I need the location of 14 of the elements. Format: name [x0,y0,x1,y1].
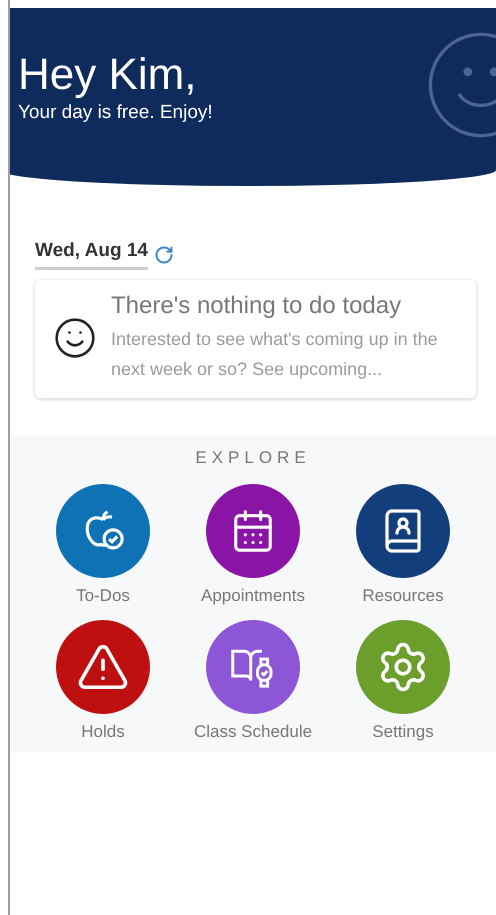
explore-tile[interactable]: To-Dos [28,484,178,606]
subtitle: Your day is free. Enjoy! [18,102,214,124]
refresh-icon[interactable] [154,245,174,265]
card-title: There's nothing to do today [111,292,402,320]
explore-tile[interactable]: Resources [328,484,478,606]
greeting: Hey Kim, [18,50,198,100]
date-label: Wed, Aug 14 [35,240,148,270]
explore-tile[interactable]: Appointments [178,484,328,606]
explore-tile[interactable]: Settings [328,620,478,742]
explore-tile[interactable]: Class Schedule [178,620,328,742]
smiley-icon [53,316,97,360]
section-heading: EXPLORE [195,448,311,468]
explore-tile[interactable]: Holds [28,620,178,742]
card-message: Interested to see what's coming up in the next week or so? See upcoming... [111,328,439,381]
